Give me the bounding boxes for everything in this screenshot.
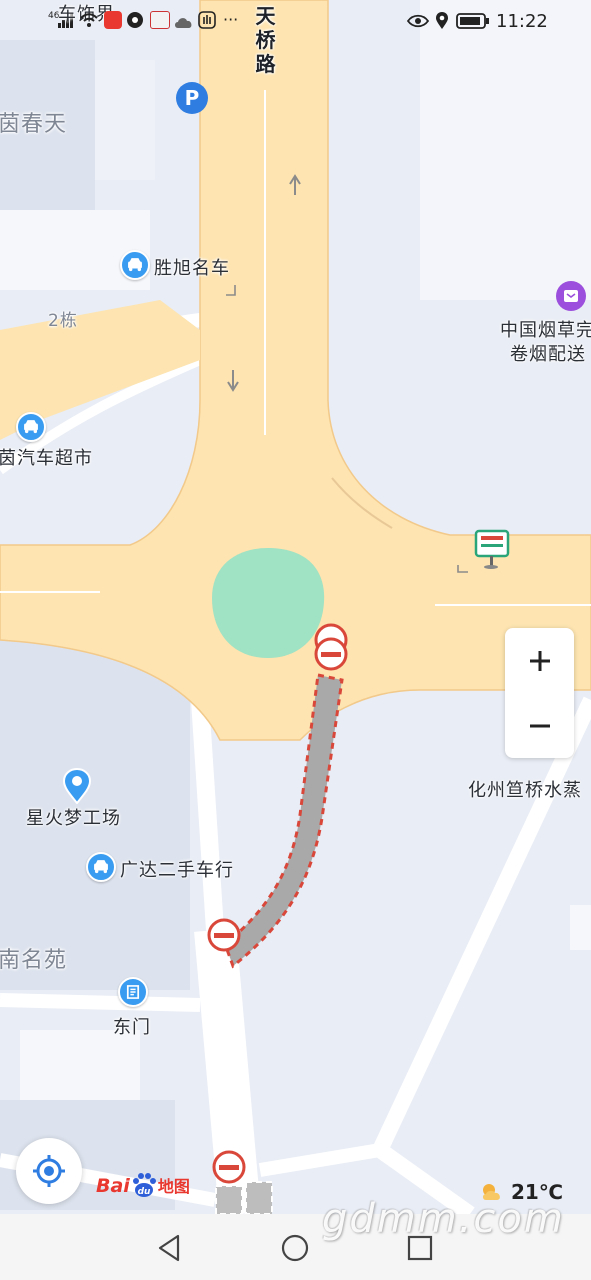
cloud-icon bbox=[174, 14, 194, 34]
area-label: 南名苑 bbox=[0, 948, 68, 973]
parking-icon[interactable]: P bbox=[176, 82, 208, 114]
visibility-icon bbox=[406, 13, 430, 33]
poi-label: 星火梦工场 bbox=[26, 808, 121, 829]
blocked-road-segment bbox=[245, 1181, 273, 1215]
locate-me-button[interactable] bbox=[16, 1138, 82, 1204]
location-icon bbox=[435, 12, 449, 35]
poi-label: 胜旭名车 bbox=[154, 258, 230, 279]
roundabout-island bbox=[212, 548, 325, 658]
zoom-controls bbox=[505, 628, 574, 758]
baidu-map-logo: Bai du 地图 bbox=[96, 1172, 190, 1206]
poi-label: 广达二手车行 bbox=[120, 860, 234, 881]
no-entry-icon[interactable] bbox=[212, 1150, 246, 1184]
home-button[interactable] bbox=[273, 1226, 317, 1270]
battery-icon bbox=[456, 13, 490, 34]
hand-icon bbox=[198, 11, 216, 34]
gate-icon bbox=[118, 977, 148, 1007]
no-entry-icon[interactable] bbox=[207, 918, 241, 952]
map-canvas[interactable]: P bbox=[0, 0, 591, 1280]
svg-text:du: du bbox=[137, 1187, 150, 1197]
building-block bbox=[420, 0, 591, 300]
area-label: 茵春天 bbox=[0, 112, 68, 137]
eye-notification-icon bbox=[126, 11, 144, 29]
back-button[interactable] bbox=[148, 1226, 192, 1270]
road-name-label: 天桥路 bbox=[255, 4, 277, 76]
building-label: 2栋 bbox=[48, 311, 78, 331]
poi-label-china-tobacco[interactable]: 中国烟草完 bbox=[500, 316, 591, 342]
watermark-text: gdmm.com bbox=[322, 1196, 565, 1242]
car-icon bbox=[86, 852, 116, 882]
clock-time: 11:22 bbox=[496, 11, 548, 32]
car-icon bbox=[16, 412, 46, 442]
back-triangle-icon bbox=[158, 1234, 180, 1262]
building-block bbox=[570, 905, 591, 950]
app-notification-icon bbox=[150, 11, 170, 29]
crosshair-icon bbox=[33, 1155, 65, 1187]
more-notifications: ··· bbox=[223, 10, 239, 29]
home-circle-icon bbox=[281, 1234, 309, 1262]
shop-bag-icon[interactable] bbox=[556, 281, 586, 311]
poi-label-huazhou[interactable]: 化州笪桥水蒸 bbox=[468, 776, 582, 802]
poi-label: 东门 bbox=[113, 1017, 151, 1038]
map-pin-icon bbox=[62, 767, 92, 808]
poi-label: 茵汽车超市 bbox=[0, 448, 93, 469]
no-entry-icon[interactable] bbox=[314, 637, 348, 671]
paw-icon: du bbox=[130, 1172, 158, 1198]
poi-label-china-tobacco[interactable]: 卷烟配送 bbox=[510, 340, 586, 366]
building-block bbox=[20, 1030, 140, 1105]
minor-road bbox=[0, 993, 201, 1012]
app-notification-icon bbox=[104, 11, 122, 29]
blocked-road-segment bbox=[215, 1185, 243, 1215]
building-block bbox=[95, 60, 155, 180]
wifi-icon bbox=[80, 12, 98, 33]
zoom-out-button[interactable] bbox=[505, 693, 574, 758]
zoom-in-button[interactable] bbox=[505, 628, 574, 693]
status-bar: 46 车饰界 ··· 11:22 bbox=[0, 0, 591, 44]
car-icon bbox=[120, 250, 150, 280]
svg-text:P: P bbox=[185, 86, 200, 110]
